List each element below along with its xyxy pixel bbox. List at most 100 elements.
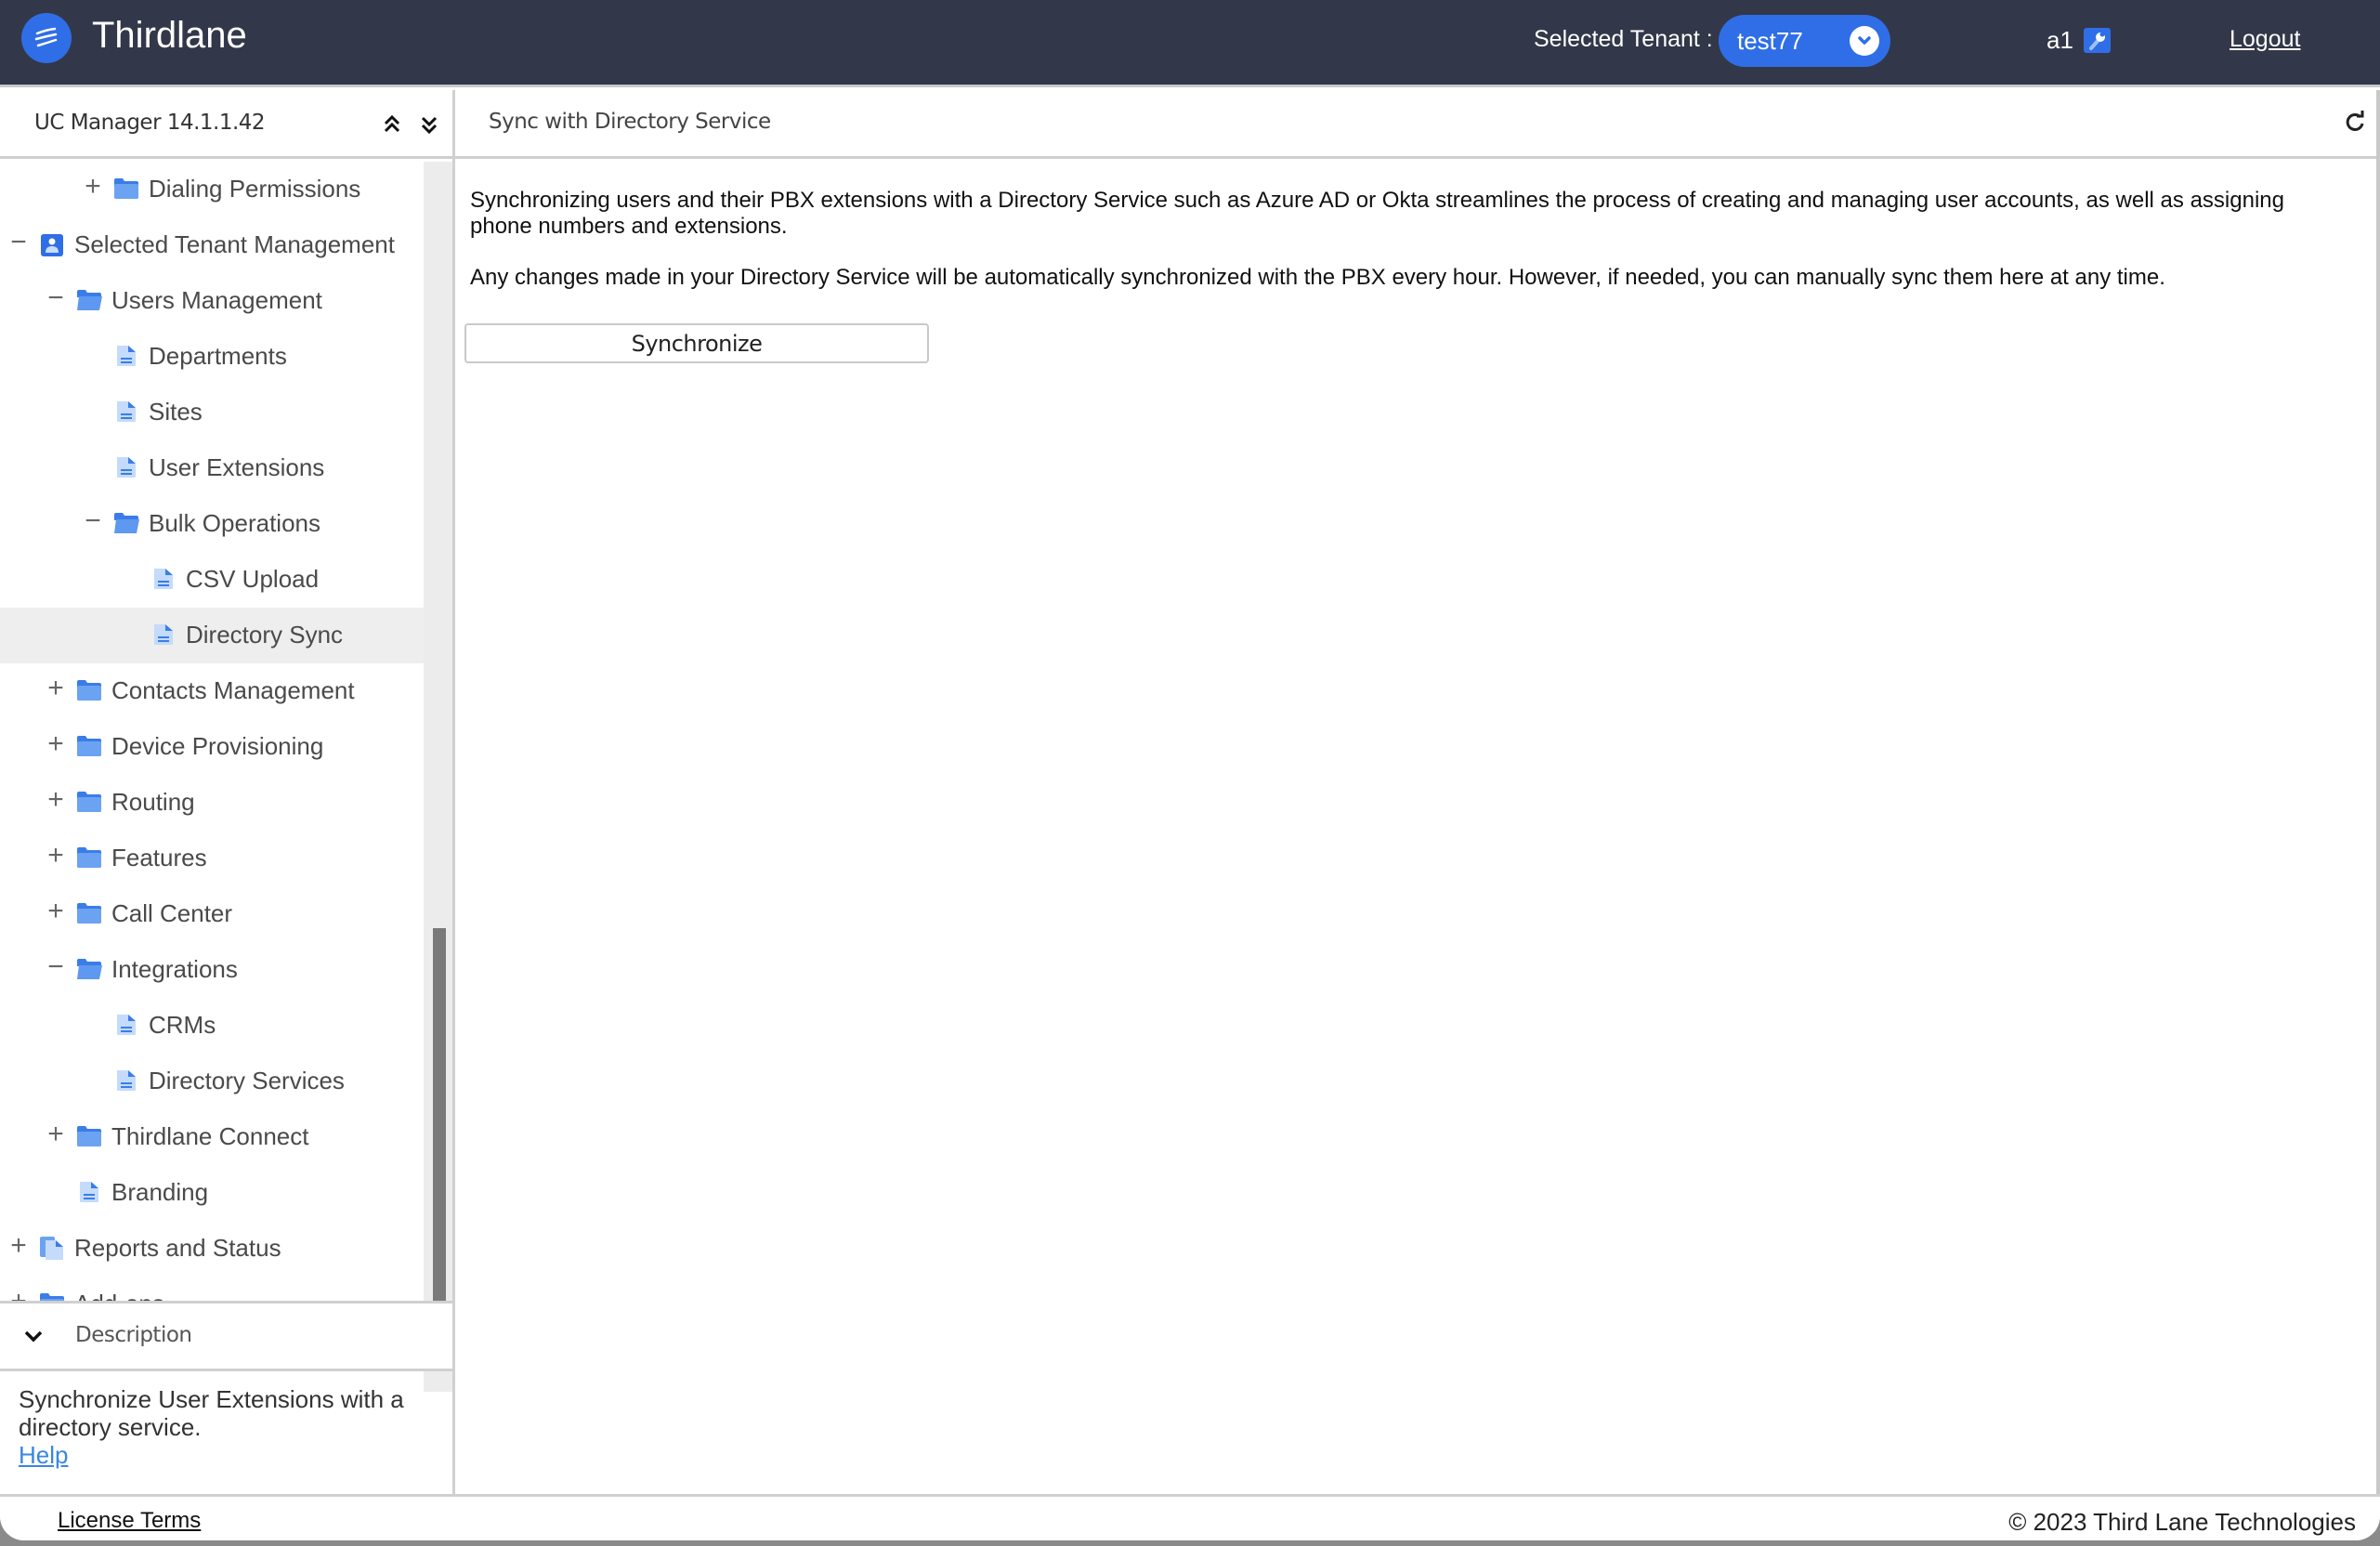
tree-item-directory-sync[interactable]: Directory Sync bbox=[0, 608, 424, 663]
tree-item-contacts-management[interactable]: + Contacts Management bbox=[0, 663, 424, 719]
page-title: Sync with Directory Service bbox=[489, 110, 771, 134]
documents-icon bbox=[39, 1235, 65, 1260]
document-icon bbox=[113, 456, 139, 478]
tree-item-label: Dialing Permissions bbox=[149, 175, 361, 203]
expand-icon[interactable]: + bbox=[9, 1232, 28, 1260]
folder-open-icon bbox=[113, 512, 139, 534]
collapse-icon[interactable]: − bbox=[9, 229, 28, 256]
tree-item-branding[interactable]: Branding bbox=[0, 1165, 424, 1221]
description-title: Description bbox=[75, 1323, 192, 1347]
chevrons-up-icon[interactable] bbox=[379, 111, 405, 138]
tree-item-reports-and-status[interactable]: + Reports and Status bbox=[0, 1221, 424, 1277]
sidebar-scrollbar-thumb[interactable] bbox=[433, 928, 446, 1343]
document-icon bbox=[113, 345, 139, 367]
expand-icon[interactable]: + bbox=[46, 675, 65, 702]
tenant-user-icon bbox=[39, 233, 65, 256]
brand-name: Thirdlane bbox=[92, 15, 247, 56]
footer: License Terms © 2023 Third Lane Technolo… bbox=[0, 1494, 2380, 1540]
tree-item-label: CRMs bbox=[149, 1011, 216, 1039]
tree-item-csv-upload[interactable]: CSV Upload bbox=[0, 552, 424, 608]
refresh-icon[interactable] bbox=[2341, 109, 2369, 137]
folder-icon bbox=[76, 1125, 102, 1147]
expand-icon[interactable]: + bbox=[46, 730, 65, 758]
chevrons-down-icon[interactable] bbox=[416, 111, 442, 138]
tree-item-thirdlane-connect[interactable]: + Thirdlane Connect bbox=[0, 1109, 424, 1165]
tree-item-selected-tenant-management[interactable]: − Selected Tenant Management bbox=[0, 217, 424, 273]
wrench-icon[interactable] bbox=[2084, 28, 2111, 53]
app-window: Thirdlane Selected Tenant : test77 a1 Lo… bbox=[0, 0, 2380, 1540]
window-edge bbox=[2376, 90, 2380, 1494]
tree-item-user-extensions[interactable]: User Extensions bbox=[0, 440, 424, 496]
collapse-icon[interactable]: − bbox=[84, 507, 102, 535]
document-icon bbox=[113, 400, 139, 423]
tree-item-sites[interactable]: Sites bbox=[0, 385, 424, 440]
help-link[interactable]: Help bbox=[19, 1441, 437, 1469]
tree-item-label: Sites bbox=[149, 398, 203, 426]
tree-item-label: Branding bbox=[111, 1178, 209, 1206]
tree-item-label: Directory Sync bbox=[186, 621, 344, 649]
thirdlane-logo-icon bbox=[21, 13, 72, 63]
tree-item-device-provisioning[interactable]: + Device Provisioning bbox=[0, 719, 424, 775]
tree-item-integrations[interactable]: − Integrations bbox=[0, 942, 424, 998]
sidebar-header: UC Manager 14.1.1.42 bbox=[0, 90, 452, 159]
tree-item-crms[interactable]: CRMs bbox=[0, 998, 424, 1054]
main-header: Sync with Directory Service bbox=[455, 90, 2380, 159]
tree-item-departments[interactable]: Departments bbox=[0, 329, 424, 385]
tree-item-label: Users Management bbox=[111, 286, 322, 314]
document-icon bbox=[76, 1181, 102, 1203]
tree-item-call-center[interactable]: + Call Center bbox=[0, 886, 424, 942]
description-panel-header[interactable]: Description bbox=[0, 1301, 452, 1371]
folder-icon bbox=[76, 735, 102, 757]
synchronize-button[interactable]: Synchronize bbox=[464, 323, 929, 363]
tree-item-label: Contacts Management bbox=[111, 676, 355, 704]
chevron-down-icon[interactable] bbox=[21, 1324, 46, 1348]
selected-tenant-label: Selected Tenant : bbox=[1534, 26, 1713, 52]
sync-info-paragraph: Any changes made in your Directory Servi… bbox=[470, 265, 2165, 290]
tree-item-label: Thirdlane Connect bbox=[111, 1122, 309, 1150]
document-icon bbox=[113, 1014, 139, 1036]
collapse-icon[interactable]: − bbox=[46, 953, 65, 981]
tenant-value: test77 bbox=[1737, 27, 1803, 55]
folder-open-icon bbox=[76, 958, 102, 980]
user-name[interactable]: a1 bbox=[2047, 26, 2073, 55]
folder-icon bbox=[76, 846, 102, 869]
tree-item-label: Reports and Status bbox=[74, 1234, 281, 1262]
tree-item-label: Selected Tenant Management bbox=[74, 230, 395, 258]
collapse-icon[interactable]: − bbox=[46, 284, 65, 312]
folder-open-icon bbox=[76, 289, 102, 311]
tree-item-label: Routing bbox=[111, 788, 195, 816]
tree-item-label: Integrations bbox=[111, 955, 238, 983]
tree-item-routing[interactable]: + Routing bbox=[0, 775, 424, 831]
document-icon bbox=[113, 1069, 139, 1092]
expand-icon[interactable]: + bbox=[46, 842, 65, 870]
tree-item-features[interactable]: + Features bbox=[0, 831, 424, 886]
expand-icon[interactable]: + bbox=[46, 897, 65, 925]
tree-item-dialing-permissions[interactable]: + Dialing Permissions bbox=[0, 162, 424, 217]
main-panel: Sync with Directory Service Synchronizin… bbox=[455, 90, 2380, 1494]
copyright-text: © 2023 Third Lane Technologies bbox=[2008, 1508, 2356, 1536]
tree-item-users-management[interactable]: − Users Management bbox=[0, 273, 424, 329]
top-bar: Thirdlane Selected Tenant : test77 a1 Lo… bbox=[0, 0, 2380, 87]
folder-icon bbox=[113, 177, 139, 200]
logout-link[interactable]: Logout bbox=[2230, 26, 2300, 53]
navigation-tree: + Dialing Permissions − Selected Tenant Man… bbox=[0, 162, 424, 1392]
tree-item-bulk-operations[interactable]: − Bulk Operations bbox=[0, 496, 424, 552]
app-version-title: UC Manager 14.1.1.42 bbox=[34, 111, 266, 135]
expand-icon[interactable]: + bbox=[46, 1120, 65, 1148]
intro-paragraph: Synchronizing users and their PBX extens… bbox=[470, 188, 2284, 239]
description-text: Synchronize User Extensions with a direc… bbox=[19, 1385, 404, 1441]
tree-item-label: User Extensions bbox=[149, 453, 325, 481]
chevron-down-icon bbox=[1850, 26, 1879, 56]
folder-icon bbox=[76, 791, 102, 813]
document-icon bbox=[150, 623, 177, 646]
page-content: Synchronizing users and their PBX extens… bbox=[470, 188, 2347, 316]
tree-item-directory-services[interactable]: Directory Services bbox=[0, 1054, 424, 1109]
expand-icon[interactable]: + bbox=[84, 173, 102, 201]
tenant-dropdown[interactable]: test77 bbox=[1719, 15, 1890, 67]
expand-icon[interactable]: + bbox=[46, 786, 65, 814]
license-terms-link[interactable]: License Terms bbox=[58, 1508, 201, 1534]
tree-item-label: Departments bbox=[149, 342, 287, 370]
tree-item-label: Device Provisioning bbox=[111, 732, 324, 760]
tree-item-label: Features bbox=[111, 844, 207, 871]
folder-icon bbox=[76, 902, 102, 924]
